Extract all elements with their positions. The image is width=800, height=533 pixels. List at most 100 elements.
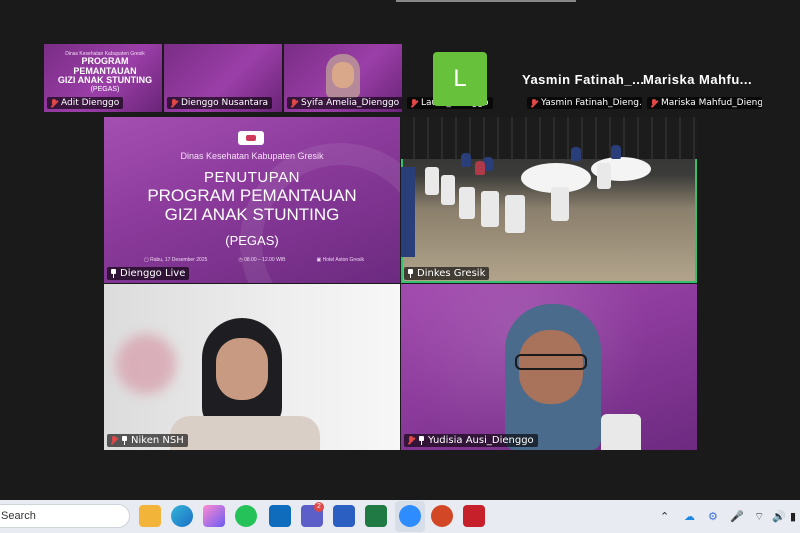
participant-name: Mariska Mahfud_Dieng...: [661, 98, 762, 108]
slide-day: Rabu,: [150, 257, 164, 263]
participant-name: Yudisia Ausi_Dienggo: [428, 435, 534, 446]
participant-name-tag: Dienggo Nusantara: [167, 97, 273, 109]
slide-title-line: PROGRAM PEMANTAUAN: [147, 186, 357, 205]
participant-name: Dinkes Gresik: [417, 268, 486, 279]
attendee: [571, 147, 581, 161]
pin-icon: [418, 436, 425, 445]
thumbnail-dienggo-nusantara[interactable]: Dienggo Nusantara: [164, 44, 282, 112]
participant-name-tag: Dinkes Gresik: [404, 267, 490, 280]
settings-icon[interactable]: ⚙: [708, 510, 718, 523]
slide-date: ▢ Rabu, 17 Desember 2025: [144, 257, 207, 263]
video-tile-dinkes-gresik[interactable]: Dinkes Gresik: [401, 117, 697, 283]
edge-icon[interactable]: [171, 505, 193, 527]
slide-heading: PENUTUPAN: [204, 169, 300, 186]
slide-time: ◷ 08.00 – 12.00 WIB: [238, 257, 285, 263]
participant-display-name: Yasmin Fatinah_...: [522, 72, 645, 87]
participant-body: [170, 416, 320, 450]
attendee: [611, 145, 621, 159]
hall-chair: [441, 175, 455, 205]
pin-icon: [110, 269, 117, 278]
acrobat-icon[interactable]: [463, 505, 485, 527]
mic-off-icon: [50, 98, 58, 108]
mic-off-icon: [530, 98, 538, 108]
photos-icon[interactable]: [203, 505, 225, 527]
hall-chair: [551, 187, 569, 221]
participant-name: Adit Dienggo: [61, 98, 120, 108]
participant-name-tag: Adit Dienggo: [47, 97, 124, 109]
hall-chair: [597, 163, 611, 189]
thumbnail-syifa[interactable]: Syifa Amelia_Dienggo: [284, 44, 402, 112]
chevron-up-icon[interactable]: ⌃: [660, 510, 669, 523]
video-tile-niken[interactable]: Niken NSH: [104, 284, 400, 450]
pin-icon: [121, 436, 128, 445]
wifi-icon[interactable]: ⌔: [754, 510, 764, 524]
mini-slide-line3: (PEGAS): [90, 85, 120, 93]
participant-name-tag: Niken NSH: [107, 434, 188, 447]
excel-icon[interactable]: [365, 505, 387, 527]
taskbar: Search 2 ⌃ ☁ ⚙ 🎤 ⌔ 🔊 ▮: [0, 500, 800, 533]
hall-chair: [459, 187, 475, 219]
slide-venue: ▣ Hotel Aston Gresik: [316, 257, 364, 263]
participant-name: Yasmin Fatinah_Dieng...: [541, 98, 642, 108]
participant-shirt: [601, 414, 641, 450]
hall-banner: [401, 167, 415, 257]
participant-name: Niken NSH: [131, 435, 184, 446]
participant-face: [216, 338, 268, 400]
participant-name-tag: Mariska Mahfud_Dieng...: [647, 97, 762, 109]
mic-off-icon: [170, 98, 178, 108]
word-icon[interactable]: [333, 505, 355, 527]
participant-face: [332, 62, 354, 88]
hall-wall: [401, 117, 697, 159]
participant-name-tag: Syifa Amelia_Dienggo: [287, 97, 402, 109]
participant-name: Dienggo Nusantara: [181, 98, 269, 108]
slide-date-text: 17 Desember 2025: [164, 257, 208, 263]
participant-name: Syifa Amelia_Dienggo: [301, 98, 400, 108]
participant-name-tag: Yudisia Ausi_Dienggo: [404, 434, 538, 447]
building-icon: ▣: [316, 257, 322, 263]
whatsapp-icon[interactable]: [235, 505, 257, 527]
slide-title: PROGRAM PEMANTAUAN GIZI ANAK STUNTING: [104, 186, 400, 224]
taskbar-search[interactable]: Search: [0, 504, 130, 528]
calendar-icon: ▢: [144, 257, 149, 263]
background-object: [116, 334, 176, 394]
mic-icon[interactable]: 🎤: [730, 510, 744, 523]
mic-off-icon: [110, 436, 118, 445]
mic-off-icon: [410, 98, 418, 108]
top-indicator: [396, 0, 576, 2]
mic-off-icon: [407, 436, 415, 445]
mini-slide-line1: PROGRAM PEMANTAUAN: [73, 56, 137, 76]
search-placeholder: Search: [1, 510, 36, 522]
speaker-grid: Dinas Kesehatan Kabupaten Gresik PENUTUP…: [104, 117, 697, 450]
outlook-icon[interactable]: [269, 505, 291, 527]
attendee: [461, 153, 471, 167]
hall-chair: [425, 167, 439, 195]
participant-display-name: Mariska Mahfu...: [643, 72, 753, 87]
pin-icon: [407, 269, 414, 278]
mini-slide: Dinas Kesehatan Kabupaten Gresik PROGRAM…: [50, 51, 160, 93]
clock-icon: ◷: [238, 257, 243, 263]
cloud-icon[interactable]: ☁: [684, 510, 695, 523]
slide-venue-text: Hotel Aston Gresik: [322, 257, 364, 263]
participant-name-tag: Dienggo Live: [107, 267, 190, 280]
slide-title-line: GIZI ANAK STUNTING: [164, 204, 340, 224]
zoom-icon[interactable]: [399, 505, 421, 527]
participant-name-tag: Yasmin Fatinah_Dieng...: [527, 97, 642, 109]
video-tile-yudisia[interactable]: Yudisia Ausi_Dienggo: [401, 284, 697, 450]
avatar: L: [433, 52, 487, 106]
thumbnail-adit[interactable]: Dinas Kesehatan Kabupaten Gresik PROGRAM…: [44, 44, 162, 112]
teams-notification-badge: 2: [314, 502, 324, 512]
slide-org: Dinas Kesehatan Kabupaten Gresik: [180, 151, 324, 161]
logo-icon: [238, 131, 264, 145]
mic-off-icon: [650, 98, 658, 108]
volume-icon[interactable]: 🔊: [772, 510, 786, 523]
video-tile-dienggo-live[interactable]: Dinas Kesehatan Kabupaten Gresik PENUTUP…: [104, 117, 400, 283]
participant-name: Dienggo Live: [120, 268, 186, 279]
hall-chair: [505, 195, 525, 233]
attendee: [475, 161, 485, 175]
file-explorer-icon[interactable]: [139, 505, 161, 527]
mini-slide-line2: GIZI ANAK STUNTING: [57, 75, 153, 86]
slide-footer: ▢ Rabu, 17 Desember 2025 ◷ 08.00 – 12.00…: [144, 257, 364, 263]
battery-icon[interactable]: ▮: [790, 510, 796, 523]
mic-off-icon: [290, 98, 298, 108]
powerpoint-icon[interactable]: [431, 505, 453, 527]
